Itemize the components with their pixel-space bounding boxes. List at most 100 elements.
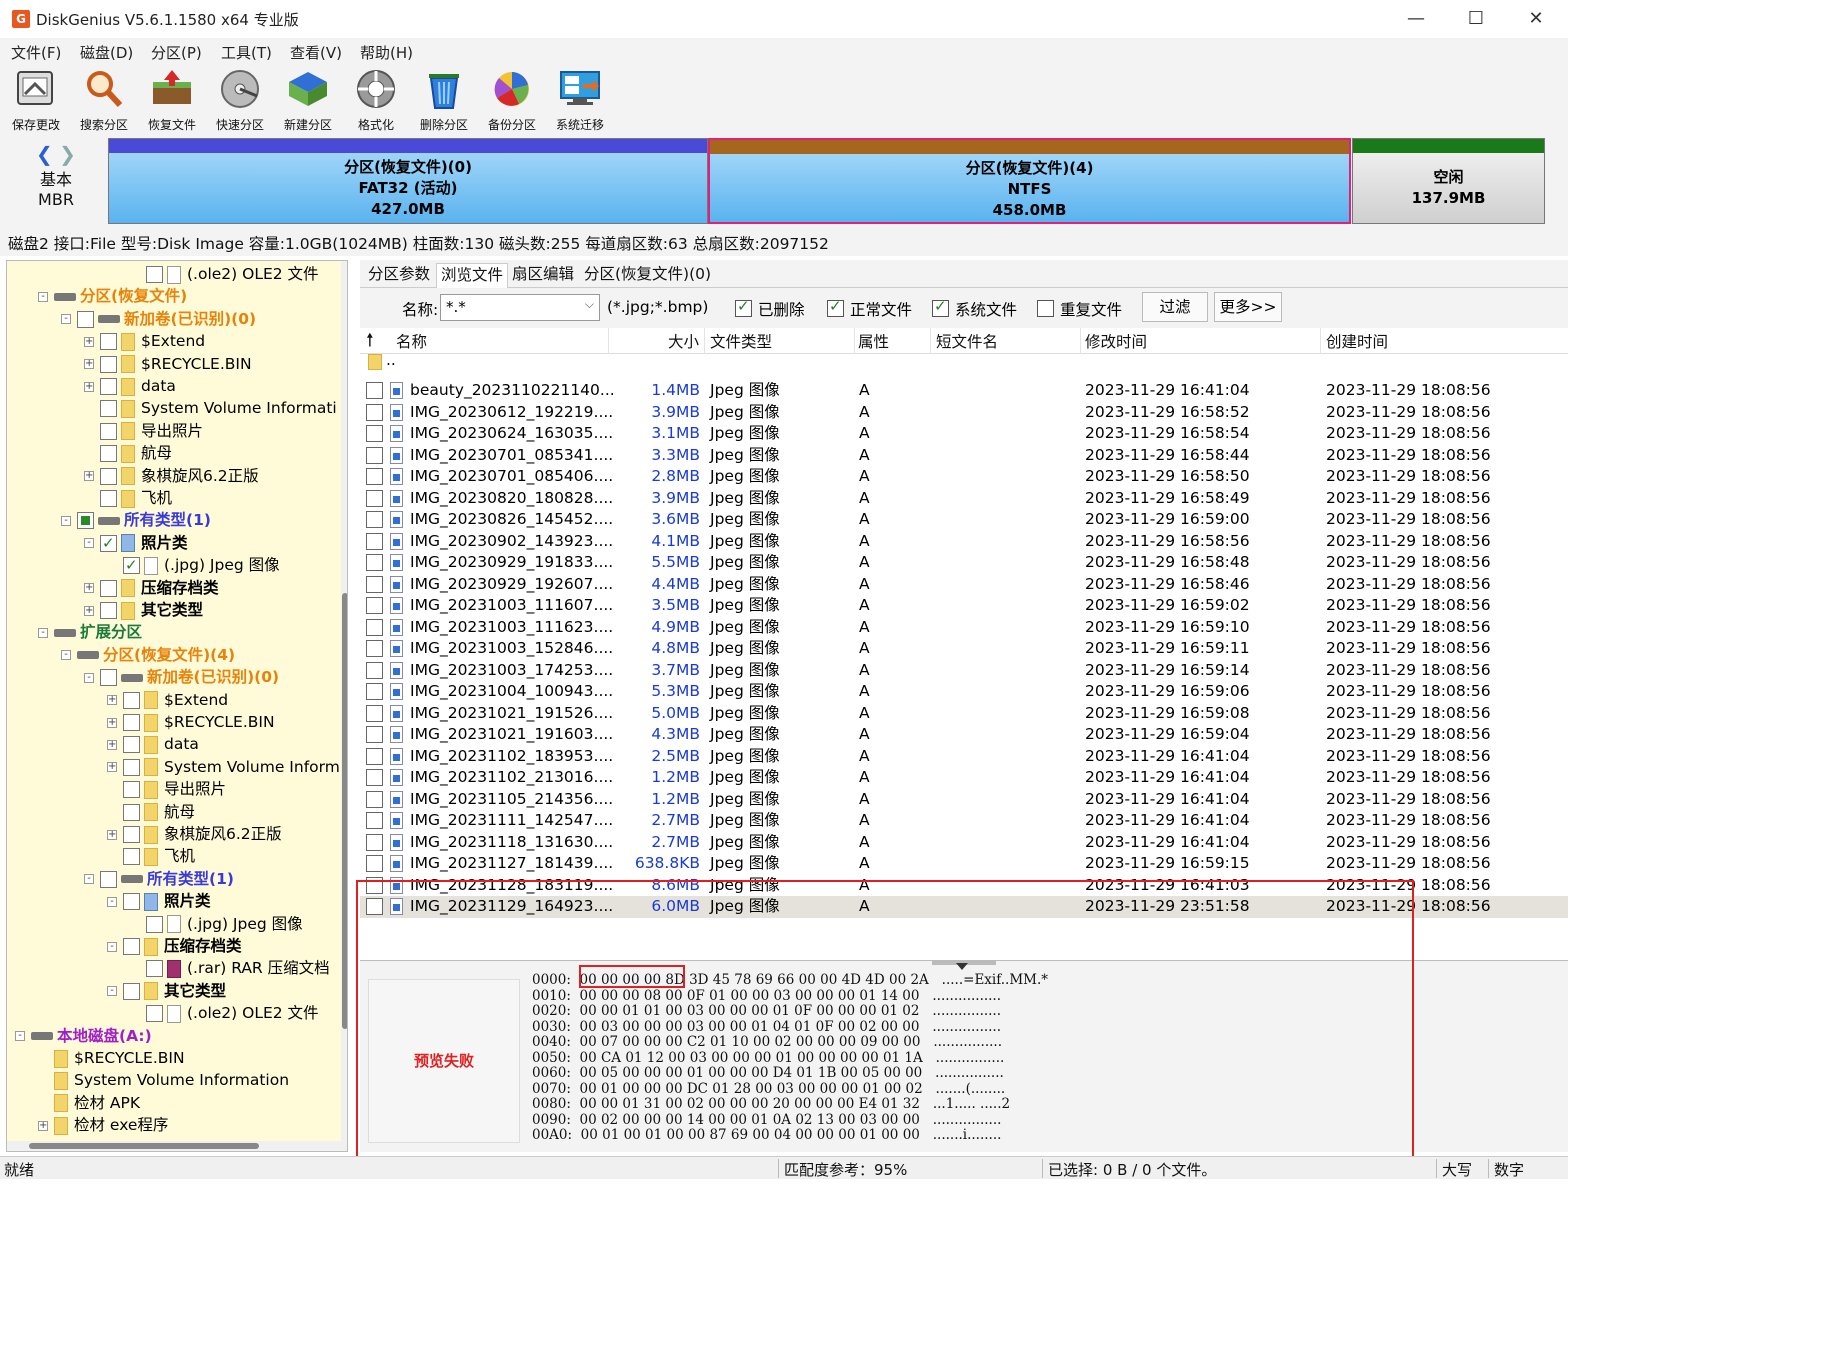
tree-checkbox[interactable] (77, 512, 94, 530)
file-checkbox[interactable] (366, 661, 383, 679)
partition-block-0[interactable]: 分区(恢复文件)(0) FAT32 (活动) 427.0MB (108, 138, 708, 224)
partition-block-4[interactable]: 分区(恢复文件)(4) NTFS 458.0MB (708, 138, 1351, 224)
file-row[interactable]: IMG_20231118_131630.... 2.7MB Jpeg 图像 A 2023… (360, 832, 1568, 854)
tree-checkbox[interactable] (123, 826, 140, 843)
expand-icon[interactable]: + (107, 717, 117, 728)
expand-icon[interactable]: + (84, 583, 94, 594)
file-row[interactable]: IMG_20231127_181439.... 638.8KB Jpeg 图像 A 20… (360, 853, 1568, 875)
file-row[interactable]: IMG_20230902_143923.... 4.1MB Jpeg 图像 A 2023… (360, 531, 1568, 553)
tree-item[interactable]: - 扩展分区 (38, 621, 142, 643)
menu-partition[interactable]: 分区(P) (151, 42, 202, 63)
tree-checkbox[interactable] (100, 579, 117, 597)
partition-block-free[interactable]: 空闲 137.9MB (1352, 138, 1545, 224)
file-checkbox[interactable] (366, 683, 383, 700)
file-row[interactable]: IMG_20231128_183119.... 8.6MB Jpeg 图像 A 2023… (360, 875, 1568, 897)
tree-checkbox[interactable] (123, 758, 140, 776)
expand-icon[interactable]: + (107, 762, 117, 773)
tree-checkbox[interactable] (123, 982, 140, 1000)
duplicate-files-checkbox[interactable] (1037, 300, 1054, 317)
file-row[interactable]: IMG_20230929_191833.... 5.5MB Jpeg 图像 A 2023… (360, 552, 1568, 574)
tree-checkbox[interactable] (100, 355, 117, 373)
file-checkbox[interactable] (366, 726, 383, 743)
tree-item[interactable]: + data (84, 375, 176, 397)
tree-item[interactable]: + 象棋旋风6.2正版 (84, 465, 259, 487)
collapse-icon[interactable]: - (84, 672, 94, 683)
collapse-icon[interactable]: - (38, 291, 48, 302)
maximize-button[interactable]: ☐ (1456, 6, 1496, 32)
file-checkbox[interactable] (366, 747, 383, 765)
minimize-button[interactable]: — (1396, 6, 1436, 32)
col-size[interactable]: 大小 (668, 330, 699, 352)
tree-item[interactable]: - 本地磁盘(A:) (15, 1025, 152, 1047)
save-changes-button[interactable]: 保存更改 (3, 68, 69, 132)
tree-checkbox[interactable] (77, 310, 94, 328)
tree-item[interactable]: 检材 APK (38, 1092, 140, 1114)
tree-item[interactable]: - 分区(恢复文件)(4) (61, 644, 235, 666)
file-row[interactable]: beauty_2023110221140... 1.4MB Jpeg 图像 A 2023… (360, 380, 1568, 402)
tree-checkbox[interactable] (123, 736, 140, 754)
tab-partition-params[interactable]: 分区参数 (364, 263, 434, 288)
parent-folder-row[interactable]: .. (360, 354, 1568, 376)
close-button[interactable]: ✕ (1516, 6, 1556, 32)
tree-item[interactable]: + 其它类型 (84, 599, 203, 621)
tree-checkbox[interactable] (146, 266, 163, 283)
name-filter-input[interactable]: *.* ⌵ (440, 294, 600, 321)
tree-item[interactable]: 飞机 (107, 845, 195, 867)
recover-files-button[interactable]: 恢复文件 (139, 68, 205, 132)
file-row[interactable]: IMG_20231129_164923.... 6.0MB Jpeg 图像 A 2023… (360, 896, 1568, 918)
tree-item[interactable]: + $Extend (107, 689, 228, 711)
collapse-icon[interactable]: - (107, 941, 117, 952)
file-row[interactable]: IMG_20230624_163035.... 3.1MB Jpeg 图像 A 2023… (360, 423, 1568, 445)
tree-checkbox[interactable] (123, 938, 140, 955)
expand-icon[interactable]: + (84, 336, 94, 347)
tree-checkbox[interactable] (100, 333, 117, 351)
tree-item[interactable]: 导出照片 (107, 778, 226, 800)
directory-tree[interactable]: (.ole2) OLE2 文件 - 分区(恢复文件) - 新加卷(已识别)(0) + $Ex… (6, 260, 348, 1152)
tree-item[interactable]: - 新加卷(已识别)(0) (84, 666, 279, 688)
tree-checkbox[interactable] (100, 422, 117, 440)
file-checkbox[interactable] (366, 812, 383, 829)
expand-icon[interactable]: + (84, 471, 94, 482)
tree-item[interactable]: - 所有类型(1) (61, 509, 211, 531)
file-checkbox[interactable] (366, 769, 383, 786)
tree-item[interactable]: (.jpg) Jpeg 图像 (107, 554, 280, 576)
tree-item[interactable]: System Volume Information (38, 1069, 289, 1091)
collapse-icon[interactable]: - (84, 538, 94, 549)
file-row[interactable]: IMG_20230929_192607.... 4.4MB Jpeg 图像 A 2023… (360, 574, 1568, 596)
file-row[interactable]: IMG_20231021_191603.... 4.3MB Jpeg 图像 A 2023… (360, 724, 1568, 746)
file-row[interactable]: IMG_20230701_085406.... 2.8MB Jpeg 图像 A 2023… (360, 466, 1568, 488)
file-row[interactable]: IMG_20231003_111607.... 3.5MB Jpeg 图像 A 2023… (360, 595, 1568, 617)
tree-item[interactable]: + 检材 exe程序 (38, 1114, 168, 1136)
tab-partition-0[interactable]: 分区(恢复文件)(0) (580, 263, 715, 288)
tree-item[interactable]: 航母 (107, 801, 195, 823)
file-row[interactable]: IMG_20231105_214356.... 1.2MB Jpeg 图像 A 2023… (360, 789, 1568, 811)
chevron-down-icon[interactable]: ⌵ (585, 297, 594, 312)
file-checkbox[interactable] (366, 382, 383, 399)
tree-item[interactable]: + 象棋旋风6.2正版 (107, 823, 282, 845)
col-created[interactable]: 创建时间 (1326, 330, 1388, 352)
collapse-icon[interactable]: - (61, 314, 71, 325)
file-row[interactable]: IMG_20231003_174253.... 3.7MB Jpeg 图像 A 2023… (360, 660, 1568, 682)
tree-checkbox[interactable] (123, 714, 140, 731)
file-checkbox[interactable] (366, 640, 383, 657)
tree-checkbox[interactable] (100, 378, 117, 395)
file-row[interactable]: IMG_20231111_142547.... 2.7MB Jpeg 图像 A 2023… (360, 810, 1568, 832)
tree-checkbox[interactable] (146, 960, 163, 978)
tree-item[interactable]: 航母 (84, 442, 172, 464)
file-checkbox[interactable] (366, 597, 383, 614)
expand-icon[interactable]: + (84, 359, 94, 370)
file-checkbox[interactable] (366, 489, 383, 507)
tree-item[interactable]: - 所有类型(1) (84, 868, 234, 890)
tree-item[interactable]: - 照片类 (107, 890, 211, 912)
tree-vscroll-thumb[interactable] (342, 593, 347, 1029)
tree-item[interactable]: + $Extend (84, 330, 205, 352)
tree-checkbox[interactable] (100, 669, 117, 687)
collapse-icon[interactable]: - (107, 986, 117, 997)
tree-checkbox[interactable] (123, 554, 140, 576)
normal-files-checkbox[interactable] (827, 297, 844, 317)
tree-item[interactable]: 导出照片 (84, 420, 203, 442)
expand-icon[interactable]: + (107, 695, 117, 706)
file-row[interactable]: IMG_20231102_213016.... 1.2MB Jpeg 图像 A 2023… (360, 767, 1568, 789)
tree-item[interactable]: (.ole2) OLE2 文件 (130, 263, 319, 285)
system-files-checkbox[interactable] (932, 297, 949, 317)
